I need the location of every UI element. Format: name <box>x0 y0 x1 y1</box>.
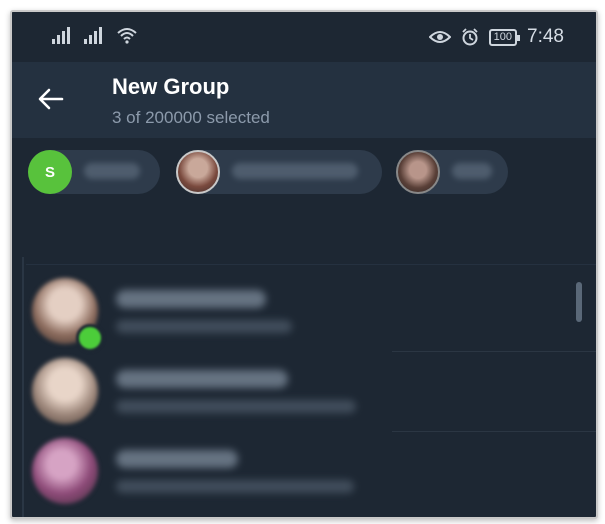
clock-text: 7:48 <box>527 26 564 47</box>
contact-name-blurred <box>116 290 266 308</box>
last-seen-blurred <box>116 480 354 493</box>
app-header: New Group 3 of 200000 selected <box>12 62 596 138</box>
status-right: 100 7:48 <box>428 26 564 48</box>
chip-label-blurred <box>232 163 358 179</box>
avatar <box>32 438 98 504</box>
last-seen-blurred <box>116 400 356 413</box>
last-seen-blurred <box>116 320 292 333</box>
selected-chip[interactable] <box>396 150 508 194</box>
alarm-icon <box>462 28 478 46</box>
app-window: 100 7:48 New Group 3 of 200000 selected … <box>10 10 598 519</box>
avatar <box>176 150 220 194</box>
selected-chips: S <box>28 150 596 196</box>
eye-icon <box>428 31 451 43</box>
list-item[interactable] <box>12 432 596 512</box>
page-title: New Group <box>112 74 230 99</box>
selected-chip[interactable]: S <box>28 150 160 194</box>
status-bar: 100 7:48 <box>12 12 596 62</box>
list-divider <box>26 264 596 265</box>
scrollbar[interactable] <box>576 282 582 322</box>
battery-icon: 100 <box>488 28 521 46</box>
selection-count: 3 of 200000 selected <box>112 108 270 127</box>
chip-label-blurred <box>452 163 492 179</box>
contact-name-blurred <box>116 450 238 468</box>
list-item[interactable] <box>12 352 596 432</box>
avatar <box>396 150 440 194</box>
list-item[interactable] <box>12 272 596 352</box>
wifi-icon <box>117 28 137 44</box>
selected-chip[interactable] <box>176 150 382 194</box>
avatar: S <box>28 150 72 194</box>
chip-label-blurred <box>84 163 140 179</box>
avatar <box>32 358 98 424</box>
signal-icon <box>52 26 70 44</box>
online-indicator <box>76 324 104 352</box>
arrow-left-icon[interactable] <box>36 84 66 114</box>
status-left <box>52 26 138 44</box>
contact-name-blurred <box>116 370 288 388</box>
signal-icon <box>84 26 102 44</box>
